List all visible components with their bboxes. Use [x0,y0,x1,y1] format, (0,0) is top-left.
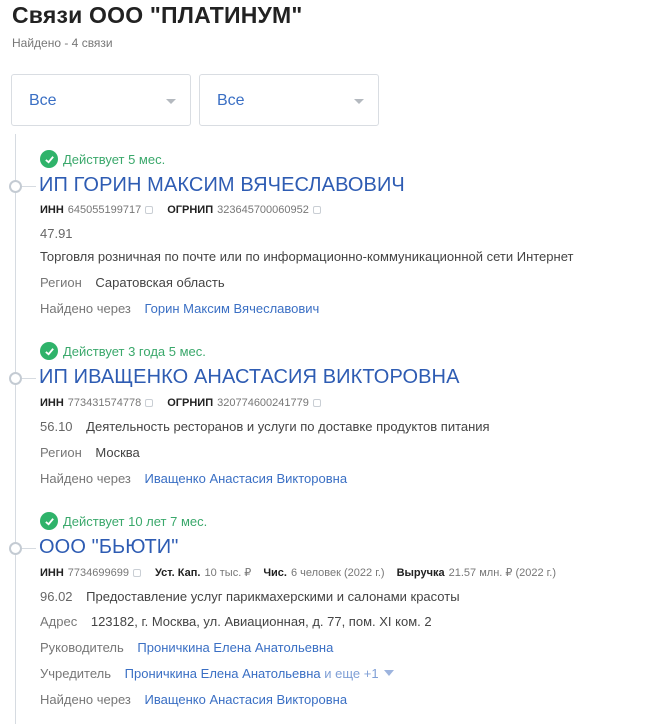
director-link[interactable]: Проничкина Елена Анатольевна [137,640,333,655]
inn-value: 645055199717 [67,204,142,216]
copy-icon[interactable] [145,206,154,214]
found-via-row: Найдено через Иващенко Анастасия Викторо… [40,471,347,486]
type-filter-dropdown[interactable]: Все [199,74,379,126]
okved-row: 96.02 Предоставление услуг парикмахерски… [40,589,460,604]
found-via-label: Найдено через [40,692,131,707]
status-text: Действует 10 лет 7 мес. [63,513,208,529]
status-badge: Действует 5 мес. [40,150,165,168]
timeline-line [15,134,16,724]
status-text: Действует 5 мес. [63,151,166,167]
director-row: Руководитель Проничкина Елена Анатольевн… [40,640,333,655]
found-via-label: Найдено через [40,301,131,316]
found-via-link[interactable]: Горин Максим Вячеславович [144,301,319,316]
director-label: Руководитель [40,640,124,655]
staff-value: 6 человек (2022 г.) [290,566,385,579]
status-text: Действует 3 года 5 мес. [63,343,206,359]
timeline-node [9,542,22,555]
region-value: Москва [95,445,140,460]
inn-value: 7734699699 [67,566,129,579]
okved-description: Деятельность ресторанов и услуги по дост… [86,419,490,434]
found-via-row: Найдено через Горин Максим Вячеславович [40,301,319,316]
founder-label: Учредитель [40,666,112,681]
staff-label: Чис. [263,566,287,579]
ogrnip-value: 320774600241779 [217,397,309,409]
chevron-down-icon [166,99,176,104]
entity-name-link[interactable]: ИП ГОРИН МАКСИМ ВЯЧЕСЛАВОВИЧ [39,174,405,197]
found-via-row: Найдено через Иващенко Анастасия Викторо… [40,692,347,707]
found-via-link[interactable]: Иващенко Анастасия Викторовна [144,692,347,707]
found-count: Найдено - 4 связи [12,36,113,50]
ids-row: ИНН 7734699699 Уст. Кап. 10 тыс. ₽ Чис. … [40,566,557,580]
copy-icon[interactable] [145,399,154,407]
check-circle-icon [40,150,58,168]
status-badge: Действует 3 года 5 мес. [40,342,206,360]
region-row: Регион Саратовская область [40,275,225,290]
okved-code-value: 56.10 [40,419,73,434]
capital-label: Уст. Кап. [154,566,201,579]
timeline-node [9,180,22,193]
chevron-down-icon [354,99,364,104]
region-row: Регион Москва [40,445,140,460]
page-title: Связи ООО "ПЛАТИНУМ" [12,2,303,28]
status-badge: Действует 10 лет 7 мес. [40,512,207,530]
entity-name-link[interactable]: ИП ИВАЩЕНКО АНАСТАСИЯ ВИКТОРОВНА [39,366,460,389]
okved-code-value: 47.91 [40,226,73,241]
inn-label: ИНН [40,566,64,579]
address-label: Адрес [40,614,78,629]
ogrnip-label: ОГРНИП [167,397,214,409]
found-via-label: Найдено через [40,471,131,486]
timeline-node [9,372,22,385]
okved-code: 47.91 [40,226,83,241]
address-value: 123182, г. Москва, ул. Авиационная, д. 7… [90,614,432,629]
region-label: Регион [40,445,82,460]
revenue-value: 21.57 млн. ₽ (2022 г.) [448,567,557,579]
inn-value: 773431574778 [67,397,142,409]
ogrnip-value: 323645700060952 [217,204,309,216]
region-label: Регион [40,275,82,290]
okved-description: Предоставление услуг парикмахерскими и с… [86,589,460,604]
inn-label: ИНН [40,204,64,216]
timeline-connector [22,378,36,379]
timeline-connector [22,548,36,549]
status-filter-dropdown[interactable]: Все [11,74,191,126]
found-via-link[interactable]: Иващенко Анастасия Викторовна [144,471,347,486]
timeline-connector [22,186,36,187]
ogrnip-label: ОГРНИП [167,204,214,216]
caret-down-icon[interactable] [384,670,395,676]
copy-icon[interactable] [312,206,321,214]
copy-icon[interactable] [132,568,141,577]
check-circle-icon [40,342,58,360]
address-row: Адрес 123182, г. Москва, ул. Авиационная… [40,614,432,629]
status-filter-value: Все [29,92,57,109]
ids-row: ИНН 773431574778 ОГРНИП 320774600241779 [40,397,335,409]
inn-label: ИНН [40,397,64,409]
region-value: Саратовская область [95,275,225,290]
okved-code-value: 96.02 [40,589,73,604]
okved-row: 56.10 Деятельность ресторанов и услуги п… [40,419,490,434]
check-circle-icon [40,512,58,530]
entity-name-link[interactable]: ООО "БЬЮТИ" [39,536,178,559]
founder-row: Учредитель Проничкина Елена Анатольевна … [40,666,395,681]
type-filter-value: Все [217,92,245,109]
founder-link[interactable]: Проничкина Елена Анатольевна [125,666,321,681]
revenue-label: Выручка [396,566,445,579]
okved-description: Торговля розничная по почте или по инфор… [40,249,574,264]
ids-row: ИНН 645055199717 ОГРНИП 323645700060952 [40,204,335,216]
capital-value: 10 тыс. ₽ [204,567,252,579]
founder-more-link[interactable]: и еще +1 [324,666,378,681]
copy-icon[interactable] [312,399,321,407]
